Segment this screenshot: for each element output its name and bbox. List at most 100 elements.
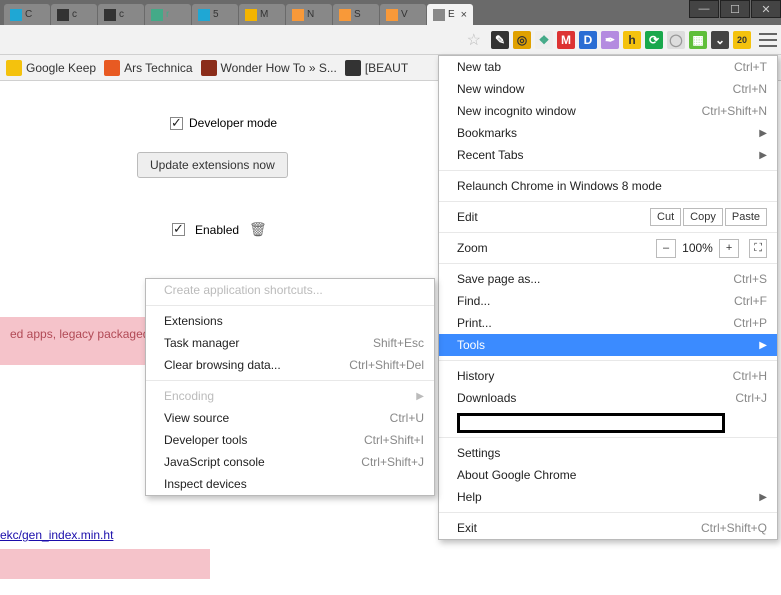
- minimize-button[interactable]: —: [689, 0, 719, 18]
- menu-separator: [439, 201, 777, 202]
- menu-relaunch[interactable]: Relaunch Chrome in Windows 8 mode: [439, 175, 777, 197]
- ext-icon-6[interactable]: h: [623, 31, 641, 49]
- favicon: [104, 9, 116, 21]
- ext-icon-7[interactable]: ⟳: [645, 31, 663, 49]
- developer-mode-row: Developer mode: [170, 116, 277, 130]
- submenu-create-shortcuts: Create application shortcuts...: [146, 279, 434, 301]
- menu-print[interactable]: Print...Ctrl+P: [439, 312, 777, 334]
- menu-help[interactable]: Help▶: [439, 486, 777, 508]
- ext-icon-0[interactable]: ✎: [491, 31, 509, 49]
- paste-button[interactable]: Paste: [725, 208, 767, 226]
- window-controls: — ☐ ✕: [688, 0, 781, 18]
- menu-exit[interactable]: ExitCtrl+Shift+Q: [439, 517, 777, 539]
- menu-separator: [146, 305, 434, 306]
- submenu-view-source[interactable]: View sourceCtrl+U: [146, 407, 434, 429]
- ext-icon-9[interactable]: ▦: [689, 31, 707, 49]
- enabled-row: Enabled 🗑: [172, 221, 267, 238]
- menu-save-page[interactable]: Save page as...Ctrl+S: [439, 268, 777, 290]
- developer-mode-checkbox[interactable]: [170, 117, 183, 130]
- tab-label: S: [354, 9, 361, 20]
- submenu-clear-browsing[interactable]: Clear browsing data...Ctrl+Shift+Del: [146, 354, 434, 376]
- menu-new-tab[interactable]: New tabCtrl+T: [439, 56, 777, 78]
- tab-label: r: [166, 9, 169, 20]
- menu-settings[interactable]: Settings: [439, 442, 777, 464]
- bookmark-wonder[interactable]: Wonder How To » S...: [201, 60, 337, 76]
- menu-new-window[interactable]: New windowCtrl+N: [439, 78, 777, 100]
- ext-icon-2[interactable]: ❖: [535, 31, 553, 49]
- tab-5[interactable]: M: [239, 4, 285, 25]
- tab-label: c: [72, 9, 77, 20]
- menu-separator: [439, 512, 777, 513]
- bookmark-beauty[interactable]: [BEAUT: [345, 60, 408, 76]
- tab-label: N: [307, 9, 314, 20]
- favicon: [10, 9, 22, 21]
- favicon: [245, 9, 257, 21]
- tab-0[interactable]: C: [4, 4, 50, 25]
- menu-separator: [439, 263, 777, 264]
- bookmark-label: Google Keep: [26, 61, 96, 75]
- submenu-developer-tools[interactable]: Developer toolsCtrl+Shift+I: [146, 429, 434, 451]
- ext-icon-11[interactable]: 20: [733, 31, 751, 49]
- menu-downloads[interactable]: DownloadsCtrl+J: [439, 387, 777, 409]
- ext-icon-1[interactable]: ◎: [513, 31, 531, 49]
- gen-index-link[interactable]: ekc/gen_index.min.ht: [0, 528, 113, 542]
- chevron-right-icon: ▶: [759, 128, 767, 139]
- tab-2[interactable]: c: [98, 4, 144, 25]
- warning-box-2: [0, 549, 210, 579]
- tab-label: c: [119, 9, 124, 20]
- tab-label: E: [448, 9, 455, 20]
- menu-separator: [439, 232, 777, 233]
- close-window-button[interactable]: ✕: [751, 0, 781, 18]
- menu-history[interactable]: HistoryCtrl+H: [439, 365, 777, 387]
- submenu-js-console[interactable]: JavaScript consoleCtrl+Shift+J: [146, 451, 434, 473]
- zoom-value: 100%: [678, 239, 717, 258]
- ext-icon-5[interactable]: ✒: [601, 31, 619, 49]
- menu-tools[interactable]: Tools▶: [439, 334, 777, 356]
- maximize-button[interactable]: ☐: [720, 0, 750, 18]
- menu-about[interactable]: About Google Chrome: [439, 464, 777, 486]
- ext-icon-10[interactable]: ⌄: [711, 31, 729, 49]
- bookmark-google-keep[interactable]: Google Keep: [6, 60, 96, 76]
- enabled-checkbox[interactable]: [172, 223, 185, 236]
- submenu-task-manager[interactable]: Task managerShift+Esc: [146, 332, 434, 354]
- tab-4[interactable]: 5: [192, 4, 238, 25]
- cut-button[interactable]: Cut: [650, 208, 681, 226]
- tab-7[interactable]: S: [333, 4, 379, 25]
- menu-edit-row: Edit Cut Copy Paste: [439, 206, 777, 228]
- submenu-extensions[interactable]: Extensions: [146, 310, 434, 332]
- menu-separator: [439, 170, 777, 171]
- star-icon[interactable]: ☆: [467, 30, 481, 50]
- chrome-menu-button[interactable]: [759, 33, 777, 47]
- bookmark-icon: [345, 60, 361, 76]
- menu-zoom-row: Zoom – 100% + ⛶: [439, 237, 777, 259]
- tab-3[interactable]: r: [145, 4, 191, 25]
- submenu-inspect-devices[interactable]: Inspect devices: [146, 473, 434, 495]
- trash-icon[interactable]: 🗑: [249, 221, 267, 238]
- menu-bookmarks[interactable]: Bookmarks▶: [439, 122, 777, 144]
- bookmark-icon: [201, 60, 217, 76]
- ext-icon-3[interactable]: M: [557, 31, 575, 49]
- bookmark-icon: [6, 60, 22, 76]
- bookmark-ars[interactable]: Ars Technica: [104, 60, 192, 76]
- tab-1[interactable]: c: [51, 4, 97, 25]
- extensions-icon: [433, 9, 445, 21]
- copy-button[interactable]: Copy: [683, 208, 723, 226]
- zoom-in-button[interactable]: +: [719, 239, 739, 258]
- tab-9-active[interactable]: E×: [427, 4, 473, 25]
- ext-icon-8[interactable]: ◯: [667, 31, 685, 49]
- update-extensions-button[interactable]: Update extensions now: [137, 152, 288, 178]
- tab-8[interactable]: V: [380, 4, 426, 25]
- zoom-out-button[interactable]: –: [656, 239, 676, 258]
- favicon: [198, 9, 210, 21]
- close-tab-icon[interactable]: ×: [461, 9, 467, 21]
- submenu-encoding[interactable]: Encoding▶: [146, 385, 434, 407]
- menu-incognito[interactable]: New incognito windowCtrl+Shift+N: [439, 100, 777, 122]
- ext-icon-4[interactable]: D: [579, 31, 597, 49]
- menu-recent-tabs[interactable]: Recent Tabs▶: [439, 144, 777, 166]
- chevron-right-icon: ▶: [759, 492, 767, 503]
- tab-6[interactable]: N: [286, 4, 332, 25]
- developer-mode-label: Developer mode: [189, 116, 277, 130]
- bookmark-icon: [104, 60, 120, 76]
- menu-find[interactable]: Find...Ctrl+F: [439, 290, 777, 312]
- fullscreen-button[interactable]: ⛶: [749, 239, 767, 258]
